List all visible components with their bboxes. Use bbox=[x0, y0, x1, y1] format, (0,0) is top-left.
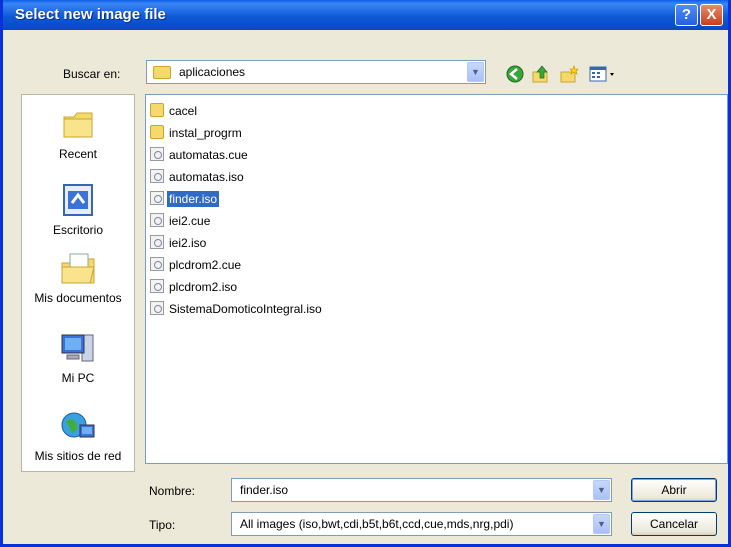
place-label: Mis documentos bbox=[34, 291, 122, 305]
image-file-icon bbox=[150, 300, 164, 315]
file-list[interactable]: cacel instal_progrm automatas.cue automa… bbox=[145, 94, 728, 464]
lookin-value: aplicaciones bbox=[179, 65, 246, 79]
place-my-computer[interactable]: Mi PC bbox=[22, 331, 134, 385]
place-desktop[interactable]: Escritorio bbox=[22, 183, 134, 237]
open-button[interactable]: Abrir bbox=[631, 478, 717, 502]
list-item[interactable]: automatas.iso bbox=[150, 168, 246, 187]
filename-label: Nombre: bbox=[149, 484, 196, 498]
help-button[interactable]: ? bbox=[675, 4, 698, 26]
new-folder-icon[interactable] bbox=[559, 64, 579, 84]
filename-value: finder.iso bbox=[240, 483, 289, 497]
image-file-icon bbox=[150, 256, 164, 271]
filetype-label: Tipo: bbox=[149, 518, 176, 532]
chevron-down-icon[interactable]: ▼ bbox=[467, 62, 484, 82]
list-item[interactable]: iei2.iso bbox=[150, 234, 208, 253]
filename-input[interactable]: finder.iso ▼ bbox=[231, 478, 612, 502]
network-places-icon bbox=[58, 409, 98, 445]
place-label: Escritorio bbox=[52, 223, 103, 237]
place-label: Mi PC bbox=[61, 371, 95, 385]
list-item[interactable]: plcdrom2.iso bbox=[150, 278, 239, 297]
view-menu-icon[interactable] bbox=[589, 64, 617, 84]
filetype-dropdown[interactable]: All images (iso,bwt,cdi,b5t,b6t,ccd,cue,… bbox=[231, 512, 612, 536]
lookin-label: Buscar en: bbox=[63, 67, 121, 81]
file-dialog-window: Select new image file ? X Buscar en: apl… bbox=[0, 0, 731, 547]
cancel-button[interactable]: Cancelar bbox=[631, 512, 717, 536]
folder-icon bbox=[150, 102, 164, 117]
image-file-icon bbox=[150, 190, 164, 205]
place-my-documents[interactable]: Mis documentos bbox=[22, 251, 134, 305]
recent-folder-icon bbox=[58, 107, 98, 143]
list-item[interactable]: iei2.cue bbox=[150, 212, 212, 231]
folder-icon bbox=[150, 124, 164, 139]
filetype-value: All images (iso,bwt,cdi,b5t,b6t,ccd,cue,… bbox=[240, 517, 514, 531]
place-label: Mis sitios de red bbox=[34, 449, 122, 463]
places-bar: Recent Escritorio Mis documentos Mi PC M… bbox=[21, 94, 135, 472]
chevron-down-icon[interactable]: ▼ bbox=[593, 480, 610, 500]
list-item[interactable]: instal_progrm bbox=[150, 124, 244, 143]
my-documents-icon bbox=[58, 251, 98, 287]
my-computer-icon bbox=[58, 331, 98, 367]
image-file-icon bbox=[150, 146, 164, 161]
image-file-icon bbox=[150, 278, 164, 293]
folder-icon bbox=[153, 66, 171, 79]
lookin-dropdown[interactable]: aplicaciones ▼ bbox=[146, 60, 486, 84]
chevron-down-icon[interactable]: ▼ bbox=[593, 514, 610, 534]
place-recent[interactable]: Recent bbox=[22, 107, 134, 161]
image-file-icon bbox=[150, 234, 164, 249]
list-item-selected[interactable]: finder.iso bbox=[150, 190, 220, 209]
title-bar[interactable]: Select new image file ? X bbox=[3, 0, 728, 30]
window-title: Select new image file bbox=[15, 6, 166, 23]
list-item[interactable]: plcdrom2.cue bbox=[150, 256, 243, 275]
desktop-icon bbox=[58, 183, 98, 219]
close-button[interactable]: X bbox=[700, 4, 723, 26]
list-item[interactable]: cacel bbox=[150, 102, 199, 121]
image-file-icon bbox=[150, 168, 164, 183]
place-network[interactable]: Mis sitios de red bbox=[22, 409, 134, 463]
list-item[interactable]: SistemaDomoticoIntegral.iso bbox=[150, 300, 324, 319]
image-file-icon bbox=[150, 212, 164, 227]
back-icon[interactable] bbox=[505, 64, 525, 84]
up-folder-icon[interactable] bbox=[531, 64, 551, 84]
list-item[interactable]: automatas.cue bbox=[150, 146, 250, 165]
place-label: Recent bbox=[58, 147, 98, 161]
